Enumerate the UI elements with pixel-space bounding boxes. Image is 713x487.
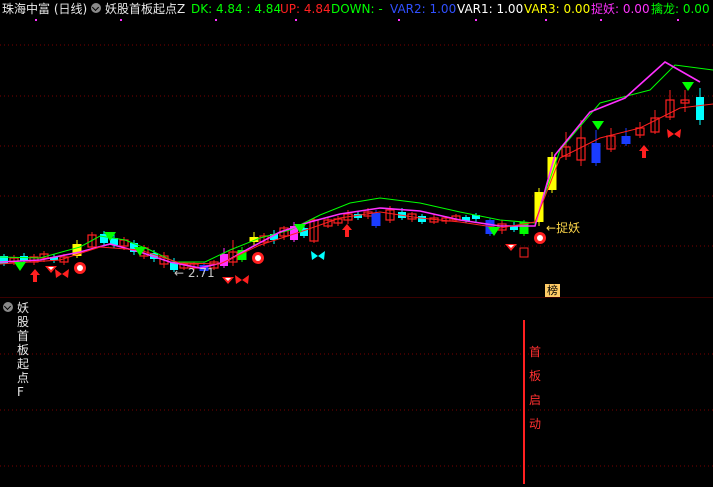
header-tick-mark xyxy=(475,19,477,21)
candle-body xyxy=(418,216,426,222)
sub-indicator-panel xyxy=(0,320,713,484)
header-tick-mark xyxy=(215,19,217,21)
butterfly-icon xyxy=(55,269,69,278)
low-price-value: 2.71 xyxy=(187,266,215,280)
red-circle-signal-icon-inner xyxy=(537,235,543,241)
rank-badge: 榜 xyxy=(545,284,560,298)
sub-indicator-name[interactable]: 妖股首板起点F xyxy=(17,301,29,399)
butterfly-icon xyxy=(235,275,249,284)
header-tick-mark xyxy=(120,19,122,21)
buy-marker-icon xyxy=(519,247,529,258)
vertical-char-2: 板 xyxy=(528,369,541,383)
candle-body xyxy=(371,213,381,226)
butterfly-icon xyxy=(667,129,681,138)
first-board-start-label: 首 板 启 动 xyxy=(527,344,543,440)
vertical-char-3: 启 xyxy=(528,393,541,407)
header-tick-mark xyxy=(545,19,547,21)
candle-body xyxy=(621,136,631,144)
low-price-label: ← 2.71 xyxy=(174,266,215,280)
vertical-char-4: 动 xyxy=(528,417,541,431)
down-arrow-signal-icon xyxy=(592,121,604,130)
up-arrow-signal-icon xyxy=(639,145,649,158)
sub-indicator-dropdown-icon[interactable] xyxy=(3,302,13,312)
catch-monster-text: 捉妖 xyxy=(556,221,581,235)
down-arrow-signal-icon xyxy=(682,82,694,91)
up-arrow-signal-icon xyxy=(30,269,40,282)
vertical-char-1: 首 xyxy=(528,345,541,359)
candle-body xyxy=(696,97,704,120)
up-arrow-signal-icon xyxy=(342,224,352,237)
butterfly-icon xyxy=(311,251,325,260)
down-arrow-signal-icon xyxy=(14,262,26,271)
header-tick-mark xyxy=(35,19,37,21)
candle-body xyxy=(220,254,228,266)
header-tick-mark xyxy=(398,19,400,21)
red-circle-signal-icon-inner xyxy=(255,255,261,261)
catch-monster-label: ←捉妖 xyxy=(546,221,581,235)
header-tick-mark xyxy=(600,19,602,21)
candle-body xyxy=(591,143,601,163)
candlestick-chart[interactable] xyxy=(0,0,713,297)
red-circle-signal-icon-inner xyxy=(77,265,83,271)
header-tick-mark xyxy=(295,19,297,21)
header-tick-mark xyxy=(677,19,679,21)
candle-body xyxy=(534,192,544,222)
